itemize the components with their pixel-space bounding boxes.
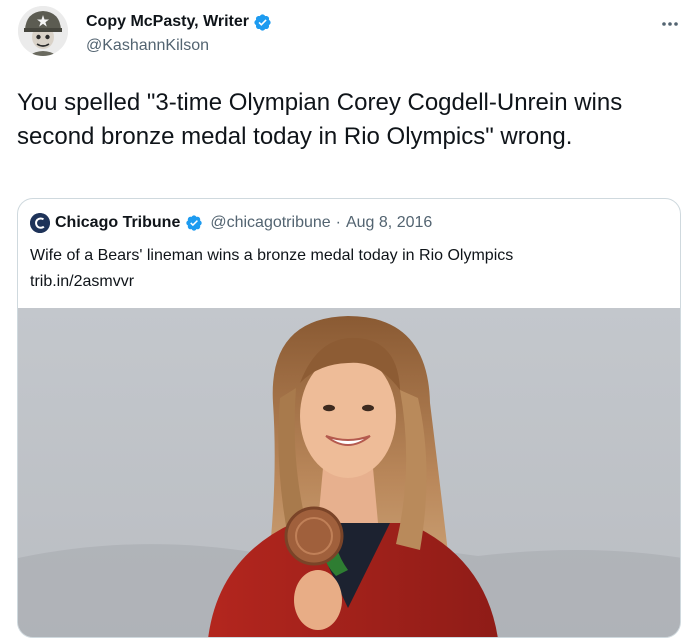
tweet-author: Copy McPasty, Writer @KashannKilson [86,12,272,56]
author-handle[interactable]: @KashannKilson [86,36,272,56]
quoted-tweet-header: Chicago Tribune @chicagotribune · Aug 8,… [30,213,432,233]
more-options-icon [662,22,678,26]
verified-badge-icon [254,13,271,31]
quoted-tweet-link[interactable]: trib.in/2asmvvr [30,269,670,295]
quoted-tweet-card[interactable]: Chicago Tribune @chicagotribune · Aug 8,… [17,198,681,638]
quoted-author-handle[interactable]: @chicagotribune [210,214,330,232]
quoted-tweet-body: Wife of a Bears' lineman wins a bronze m… [30,247,514,264]
author-name-row: Copy McPasty, Writer [86,12,272,32]
more-options-button[interactable] [658,14,682,34]
verified-badge-icon [186,215,203,231]
quoted-author-name[interactable]: Chicago Tribune [55,214,180,232]
quoted-tweet-text: Wife of a Bears' lineman wins a bronze m… [30,243,670,295]
tweet-text: You spelled "3-time Olympian Corey Cogde… [17,89,629,150]
tweet: Copy McPasty, Writer @KashannKilson You … [0,0,700,638]
quoted-tweet-date[interactable]: Aug 8, 2016 [346,214,432,232]
author-avatar[interactable] [18,6,68,56]
author-display-name[interactable]: Copy McPasty, Writer [86,12,249,32]
quoted-tweet-photo[interactable] [18,308,680,637]
athlete-photo-image [18,308,680,637]
chicago-tribune-logo-icon[interactable] [30,213,50,233]
soldier-avatar-icon [18,6,68,56]
separator-dot: · [335,214,341,231]
